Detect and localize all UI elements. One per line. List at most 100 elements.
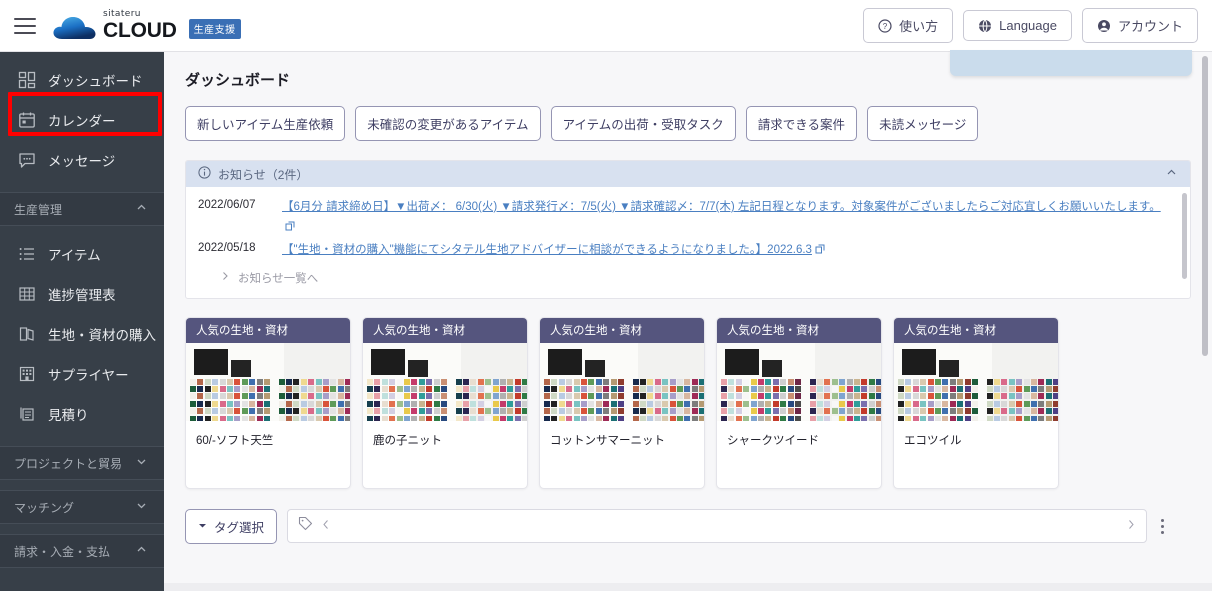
filter-billable-projects[interactable]: 請求できる案件 xyxy=(745,106,858,141)
sidebar-top-spacer xyxy=(0,52,164,60)
external-link-icon[interactable] xyxy=(285,218,295,236)
notice-panel-scrollbar[interactable] xyxy=(1182,193,1187,279)
account-circle-icon xyxy=(1097,19,1111,33)
filter-new-item-request[interactable]: 新しいアイテム生産依頼 xyxy=(185,106,346,141)
sidebar-section-projects-trade[interactable]: プロジェクトと貿易 xyxy=(0,446,164,480)
color-chip-grid xyxy=(544,378,704,421)
sidebar-nav: ダッシュボード カレンダー メッセージ 生産管理 アイテム 進捗管理表 生地・資… xyxy=(0,52,164,591)
language-button[interactable]: Language xyxy=(963,10,1072,41)
notice-link[interactable]: 【6月分 請求締め日】▼出荷〆： 6/30(火) ▼請求発行〆：7/5(火) ▼… xyxy=(282,201,1161,213)
notice-link-wrap: 【6月分 請求締め日】▼出荷〆： 6/30(火) ▼請求発行〆：7/5(火) ▼… xyxy=(282,197,1170,236)
sidebar-section-production[interactable]: 生産管理 xyxy=(0,192,164,226)
sidebar-item-progress-table[interactable]: 進捗管理表 xyxy=(0,274,164,314)
external-link-icon[interactable] xyxy=(815,241,825,259)
tag-filter-bar: タグ選択 xyxy=(185,508,1212,544)
main-content: ダッシュボード 新しいアイテム生産依頼 未確認の変更があるアイテム アイテムの出… xyxy=(164,52,1212,591)
svg-text:?: ? xyxy=(883,22,888,31)
chevron-up-icon[interactable] xyxy=(1165,166,1178,182)
sidebar-item-label: 見積り xyxy=(48,408,89,423)
kebab-menu-icon[interactable] xyxy=(1157,515,1168,538)
fabric-swatch-image xyxy=(894,342,1058,421)
sidebar-section-billing[interactable]: 請求・入金・支払 xyxy=(0,534,164,568)
chevron-down-icon xyxy=(135,499,148,515)
chevron-right-icon[interactable] xyxy=(1126,517,1136,535)
notice-panel-title: お知らせ（2件） xyxy=(218,167,309,182)
filter-button-row: 新しいアイテム生産依頼 未確認の変更があるアイテム アイテムの出荷・受取タスク … xyxy=(185,106,1212,141)
chevron-right-icon xyxy=(220,271,230,284)
notice-panel-header[interactable]: お知らせ（2件） xyxy=(186,161,1190,187)
tag-input-field[interactable] xyxy=(287,509,1148,544)
notice-date: 2022/05/18 xyxy=(198,241,256,254)
filter-unconfirmed-changes[interactable]: 未確認の変更があるアイテム xyxy=(355,106,541,141)
sidebar-item-dashboard[interactable]: ダッシュボード xyxy=(0,60,164,100)
fabric-card-title: コットンサマーニット xyxy=(550,434,665,447)
fabric-card-header: 人気の生地・資材 xyxy=(186,317,350,343)
help-button[interactable]: ? 使い方 xyxy=(863,8,954,43)
fabric-card[interactable]: 人気の生地・資材 コットンサマーニット xyxy=(539,316,705,489)
notice-list: 2022/06/07 【6月分 請求締め日】▼出荷〆： 6/30(火) ▼請求発… xyxy=(186,187,1190,298)
sidebar-section-label: 生産管理 xyxy=(14,202,63,217)
fabric-card-header: 人気の生地・資材 xyxy=(894,317,1058,343)
sidebar-item-messages[interactable]: メッセージ xyxy=(0,140,164,180)
filter-shipping-receiving-tasks[interactable]: アイテムの出荷・受取タスク xyxy=(550,106,736,141)
page-scrollbar[interactable] xyxy=(1202,56,1208,356)
sidebar-item-label: サプライヤー xyxy=(48,368,129,383)
list-icon xyxy=(18,245,36,263)
logo-brand-main: CLOUD xyxy=(103,19,177,42)
fabric-card[interactable]: 人気の生地・資材 シャークツイード xyxy=(716,316,882,489)
info-circle-icon xyxy=(198,166,211,182)
sidebar-item-label: 進捗管理表 xyxy=(48,288,116,303)
fabric-swatch-image xyxy=(186,342,350,421)
chevron-left-icon[interactable] xyxy=(321,517,331,535)
sidebar-section-matching[interactable]: マッチング xyxy=(0,490,164,524)
tag-select-label: タグ選択 xyxy=(214,520,265,535)
notice-row: 2022/06/07 【6月分 請求締め日】▼出荷〆： 6/30(火) ▼請求発… xyxy=(198,197,1170,236)
sidebar-gap-a xyxy=(0,480,164,490)
tag-icon xyxy=(298,516,313,536)
notice-more-link[interactable]: お知らせ一覧へ xyxy=(198,264,1170,294)
fabric-card[interactable]: 人気の生地・資材 60/-ソフト天竺 xyxy=(185,316,351,489)
fabric-card-title: シャークツイード xyxy=(727,434,819,447)
table-grid-icon xyxy=(18,285,36,303)
color-chip-grid xyxy=(898,378,1058,421)
notice-link[interactable]: 【"生地・資材の購入"機能にてシタテル生地アドバイザーに相談ができるようになりま… xyxy=(282,244,812,256)
cloud-logo-icon xyxy=(52,13,96,40)
account-button[interactable]: アカウント xyxy=(1081,8,1198,43)
tag-select-button[interactable]: タグ選択 xyxy=(185,508,278,544)
header-overlay-panel xyxy=(950,50,1192,76)
app-header: sitateru CLOUD 生産支援 ? 使い方 Language アカウント xyxy=(0,0,1212,52)
building-icon xyxy=(18,365,36,383)
sidebar-item-fabric-purchase[interactable]: 生地・資材の購入 xyxy=(0,314,164,354)
color-chip-grid xyxy=(721,378,881,421)
calendar-icon xyxy=(18,111,36,129)
quote-document-icon xyxy=(18,405,36,423)
filter-unread-messages[interactable]: 未読メッセージ xyxy=(867,106,979,141)
notice-panel: お知らせ（2件） 2022/06/07 【6月分 請求締め日】▼出荷〆： 6/3… xyxy=(185,160,1191,299)
sidebar-item-quote[interactable]: 見積り xyxy=(0,394,164,434)
notice-date: 2022/06/07 xyxy=(198,199,256,211)
hamburger-icon[interactable] xyxy=(14,17,36,34)
globe-icon xyxy=(978,19,992,33)
sidebar-item-label: アイテム xyxy=(48,248,101,263)
fabric-swatch-image xyxy=(717,342,881,421)
sidebar-item-items[interactable]: アイテム xyxy=(0,234,164,274)
notice-row: 2022/05/18 【"生地・資材の購入"機能にてシタテル生地アドバイザーに相… xyxy=(198,240,1170,260)
fabric-card[interactable]: 人気の生地・資材 エコツイル xyxy=(893,316,1059,489)
notice-link-wrap: 【"生地・資材の購入"機能にてシタテル生地アドバイザーに相談ができるようになりま… xyxy=(282,240,825,260)
sidebar-item-calendar[interactable]: カレンダー xyxy=(0,100,164,140)
color-chip-grid xyxy=(190,378,350,421)
language-button-label: Language xyxy=(999,18,1057,33)
fabric-swatch-image xyxy=(540,342,704,421)
fabric-card[interactable]: 人気の生地・資材 鹿の子ニット xyxy=(362,316,528,489)
fabric-card-header: 人気の生地・資材 xyxy=(540,317,704,343)
sidebar-item-label: カレンダー xyxy=(48,114,116,129)
fabric-card-header: 人気の生地・資材 xyxy=(717,317,881,343)
app-logo[interactable]: sitateru CLOUD 生産支援 xyxy=(52,10,241,41)
popular-fabric-card-list: 人気の生地・資材 60/-ソフト天竺 人気の生地・資材 鹿の子ニット 人気の生地… xyxy=(185,316,1212,489)
sidebar-item-supplier[interactable]: サプライヤー xyxy=(0,354,164,394)
chevron-down-icon xyxy=(135,455,148,471)
header-actions: ? 使い方 Language アカウント xyxy=(863,8,1198,43)
fabric-card-header: 人気の生地・資材 xyxy=(363,317,527,343)
help-button-label: 使い方 xyxy=(899,19,939,34)
